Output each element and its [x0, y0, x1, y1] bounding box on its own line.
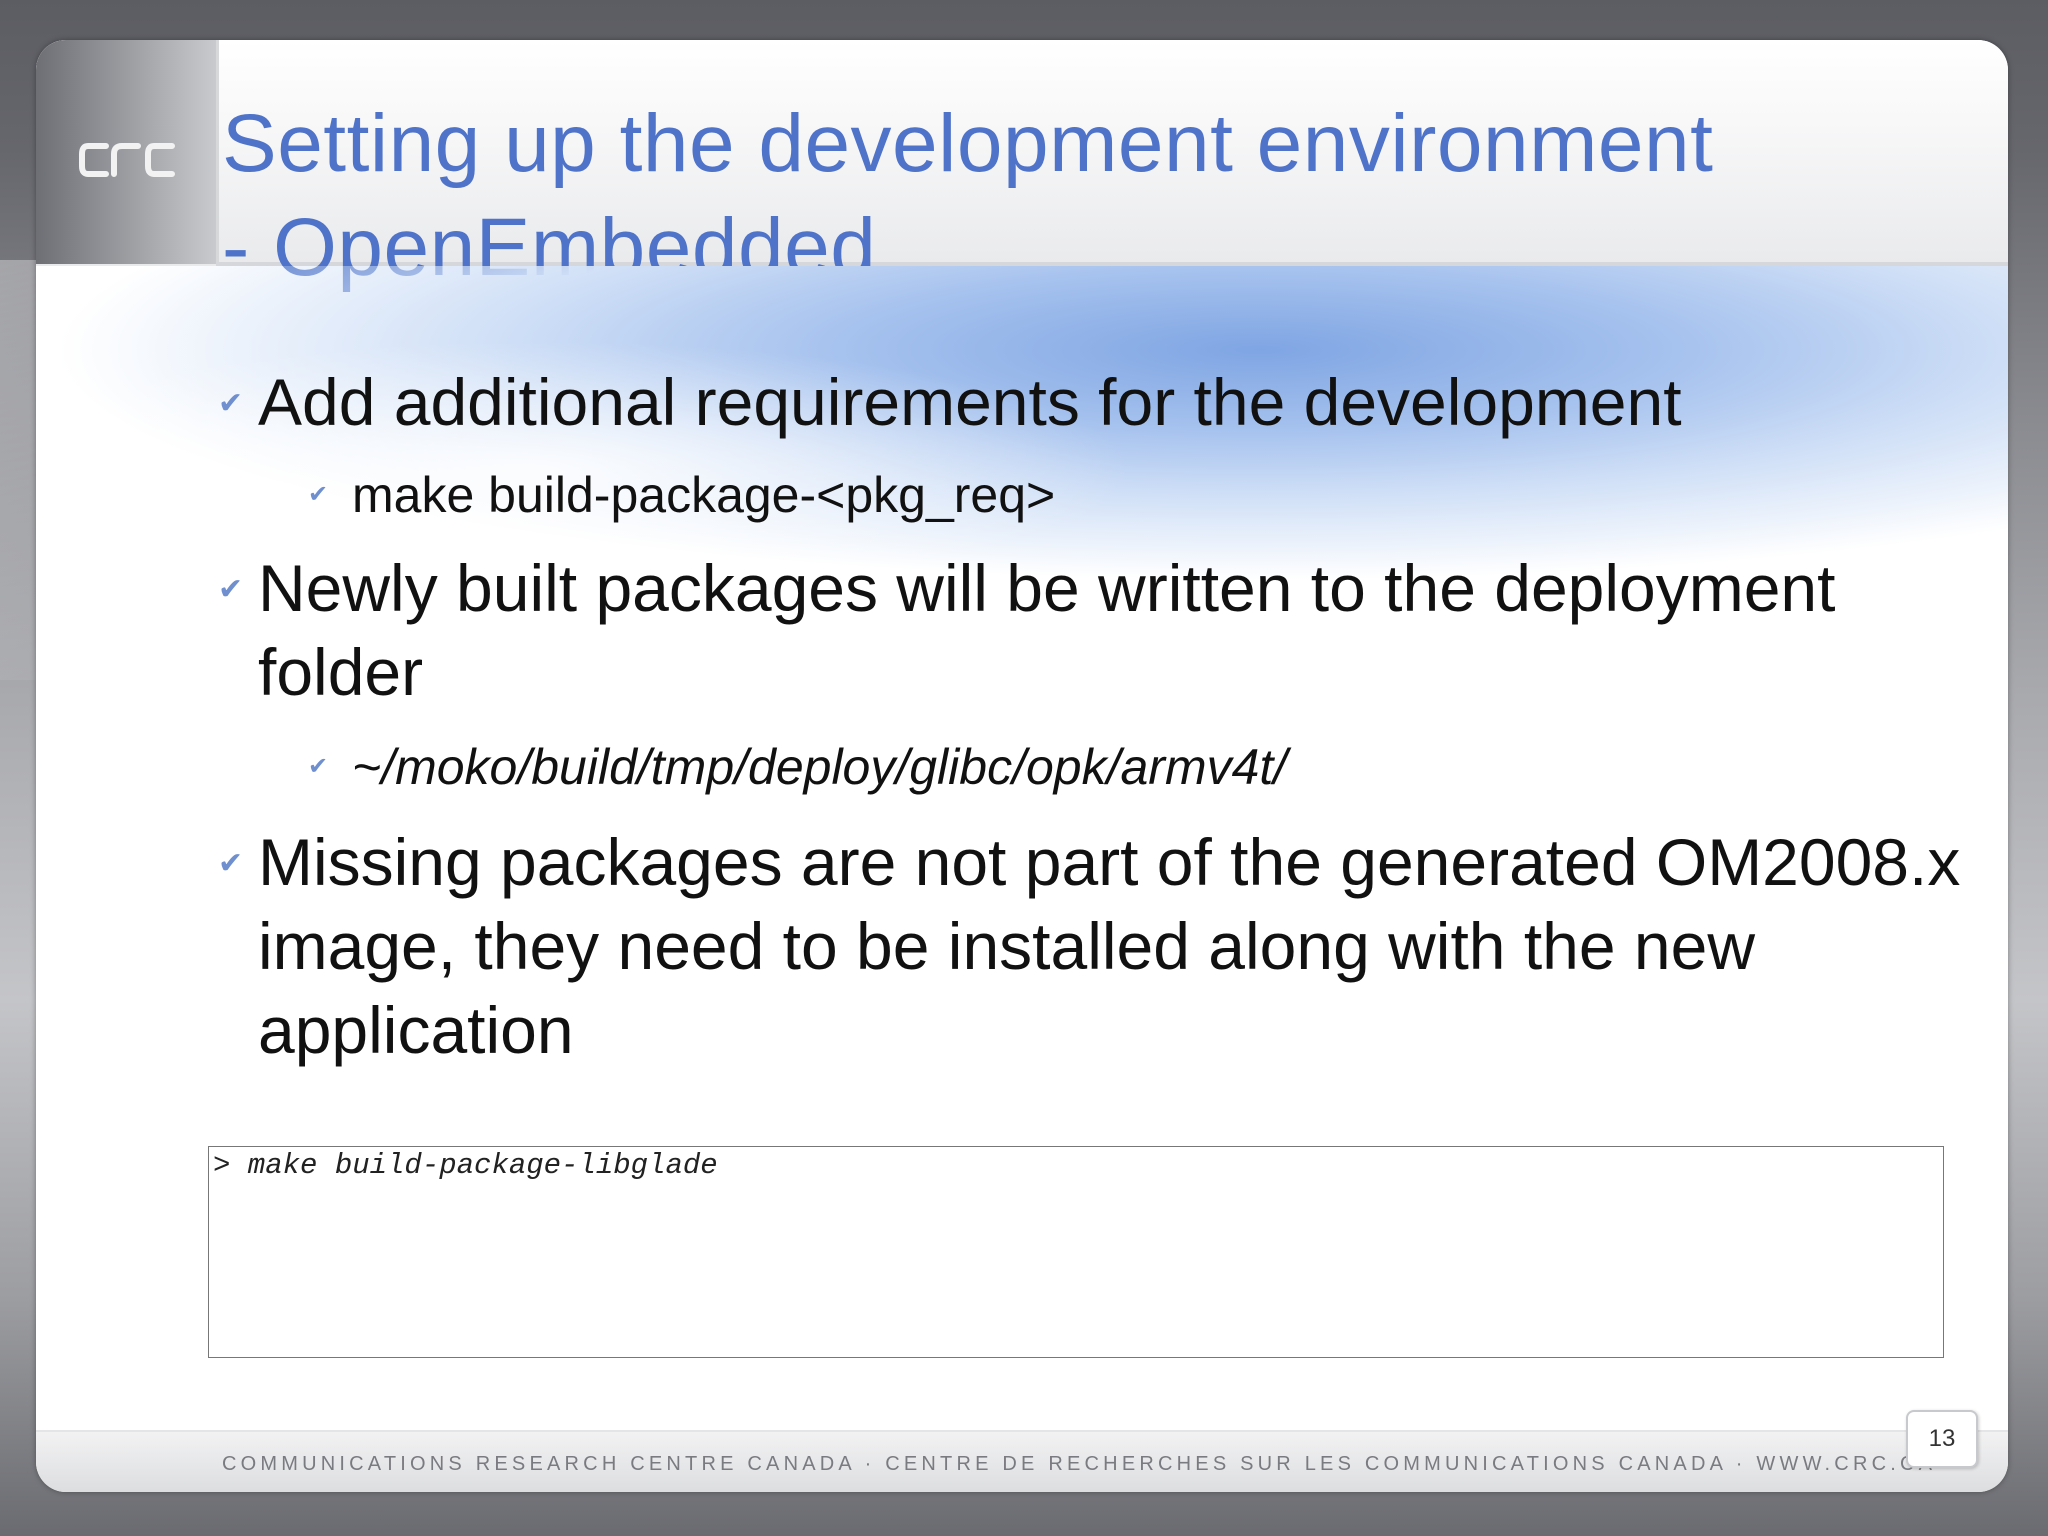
- sub-bullet-item: ✔ ~/moko/build/tmp/deploy/glibc/opk/armv…: [308, 736, 1287, 798]
- checkmark-icon: ✔: [218, 846, 244, 881]
- bullet-text: Missing packages are not part of the gen…: [258, 825, 1961, 1067]
- bullet-item: ✔ Missing packages are not part of the g…: [218, 820, 1978, 1072]
- bullet-text: Newly built packages will be written to …: [258, 551, 1836, 709]
- sub-bullet-item: ✔ make build-package-<pkg_req>: [308, 464, 1055, 526]
- bullet-item: ✔ Newly built packages will be written t…: [218, 546, 1978, 714]
- slide-viewer: { "slide": { "title_line1": "Setting up …: [0, 0, 2048, 1536]
- sub-bullet-text: ~/moko/build/tmp/deploy/glibc/opk/armv4t…: [352, 739, 1288, 795]
- slide: Setting up the development environment -…: [36, 40, 2008, 1492]
- checkmark-icon: ✔: [218, 386, 244, 421]
- bullet-item: ✔ Add additional requirements for the de…: [218, 360, 1978, 444]
- checkmark-icon: ✔: [308, 752, 329, 780]
- crc-logo-icon: [79, 143, 175, 177]
- slide-title-line-1: Setting up the development environment: [222, 98, 1714, 189]
- sub-bullet-text: make build-package-<pkg_req>: [352, 467, 1056, 523]
- checkmark-icon: ✔: [218, 572, 244, 607]
- bullet-text: Add additional requirements for the deve…: [258, 365, 1682, 439]
- footer-text: COMMUNICATIONS RESEARCH CENTRE CANADA · …: [222, 1453, 1937, 1475]
- logo-panel: [36, 40, 219, 264]
- page-number: 13: [1906, 1410, 1978, 1468]
- code-block: > make build-package-libglade: [208, 1146, 1944, 1358]
- code-text: > make build-package-libglade: [213, 1149, 718, 1182]
- checkmark-icon: ✔: [308, 480, 329, 508]
